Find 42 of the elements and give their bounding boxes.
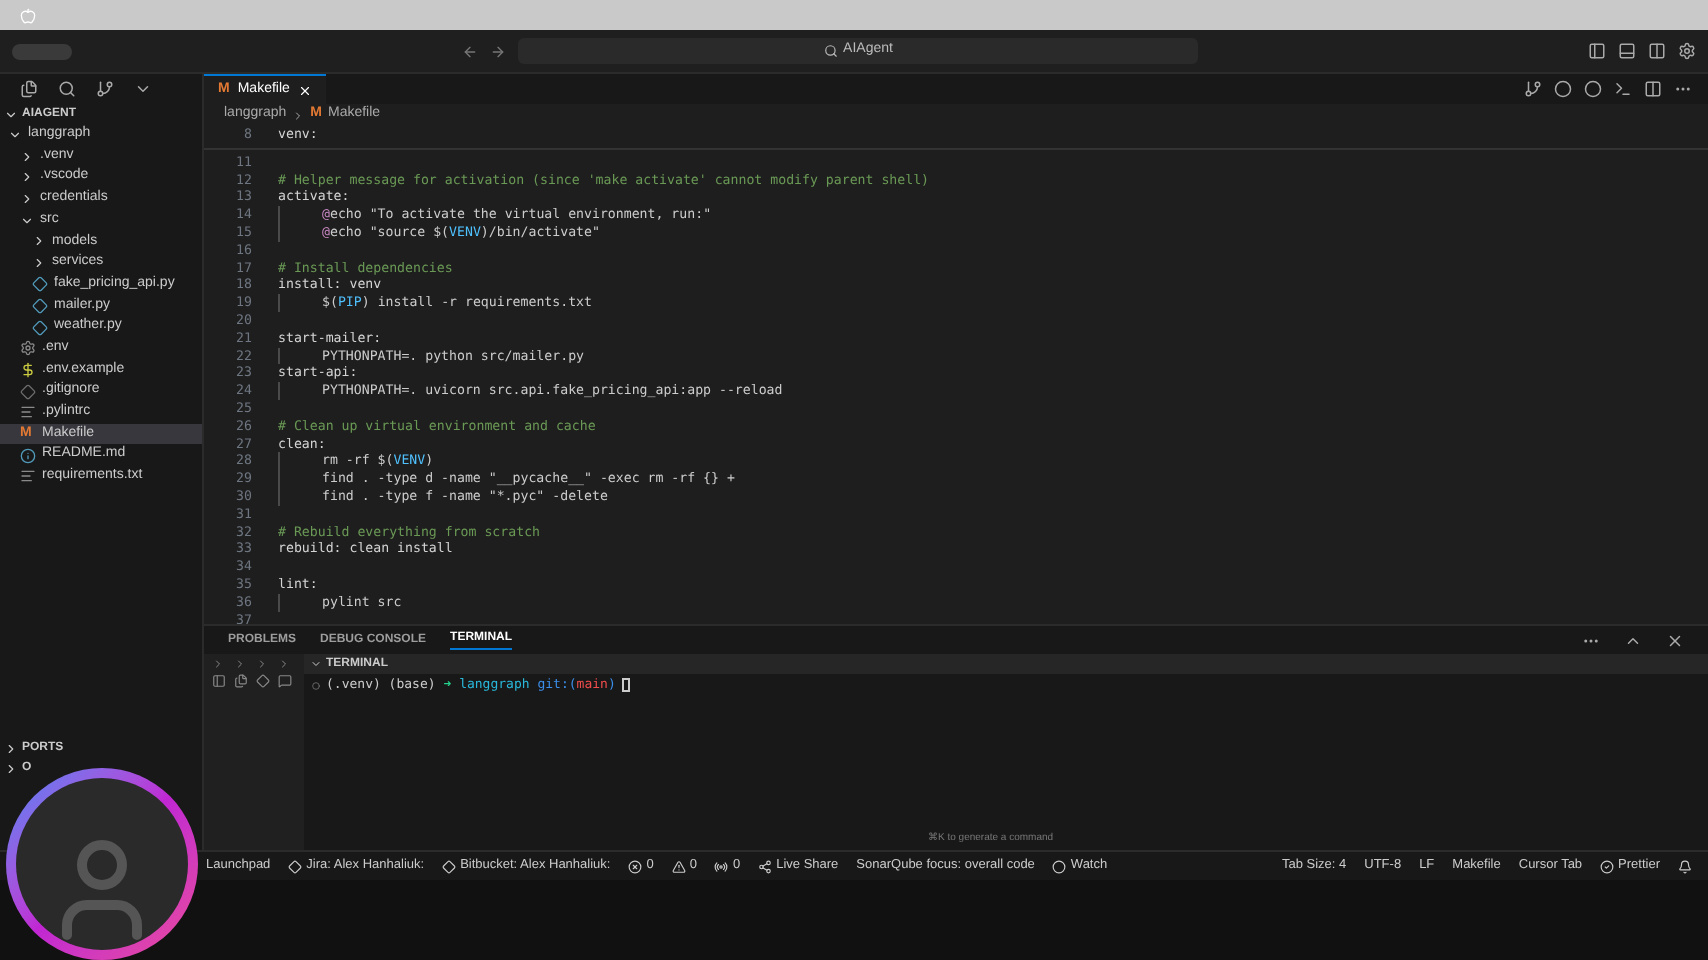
apple-icon <box>20 7 36 23</box>
chat-icon[interactable] <box>278 674 292 688</box>
bell-icon <box>1678 859 1692 873</box>
circle-icon[interactable] <box>1554 80 1572 98</box>
lines-icon <box>20 404 36 421</box>
chevron-down-icon[interactable] <box>134 80 152 98</box>
dollar-icon <box>20 361 36 378</box>
files-icon[interactable] <box>234 674 248 688</box>
settings-icon[interactable] <box>1678 42 1696 60</box>
split-layout-icon[interactable] <box>1648 42 1666 60</box>
circle-icon <box>1052 859 1067 873</box>
run-icon[interactable] <box>1614 80 1632 98</box>
compare-icon[interactable] <box>1524 80 1542 98</box>
check-circle-icon <box>1600 859 1615 873</box>
chevron-down-icon <box>310 658 322 670</box>
gear-icon <box>20 340 36 357</box>
explorer-icon[interactable] <box>20 80 38 98</box>
chevron-down-icon <box>20 213 34 228</box>
lines-icon <box>20 468 36 485</box>
warning-icon <box>671 859 686 873</box>
antenna-icon <box>714 859 729 873</box>
share-icon <box>758 859 773 873</box>
forward-arrow-icon[interactable] <box>490 43 506 59</box>
source-control-icon[interactable] <box>96 80 114 98</box>
diamond-icon[interactable] <box>256 674 270 688</box>
split-editor-icon[interactable] <box>1644 80 1662 98</box>
diamond-icon <box>442 859 457 873</box>
terminal-cursor <box>621 678 630 693</box>
search-icon[interactable] <box>58 80 76 98</box>
status-item[interactable] <box>1678 859 1692 873</box>
circle-icon <box>312 681 320 690</box>
info-icon <box>20 447 36 464</box>
error-icon <box>628 859 643 873</box>
search-icon <box>823 44 838 58</box>
close-icon[interactable] <box>1666 631 1684 649</box>
chevron-right-icon <box>292 109 305 121</box>
panel-icon[interactable] <box>212 674 226 688</box>
diamond-icon <box>288 859 303 873</box>
circle-icon[interactable] <box>1584 80 1602 98</box>
back-arrow-icon[interactable] <box>462 43 478 59</box>
sidebar-toggle-icon[interactable] <box>1588 42 1606 60</box>
panel-toggle-icon[interactable] <box>1618 42 1636 60</box>
